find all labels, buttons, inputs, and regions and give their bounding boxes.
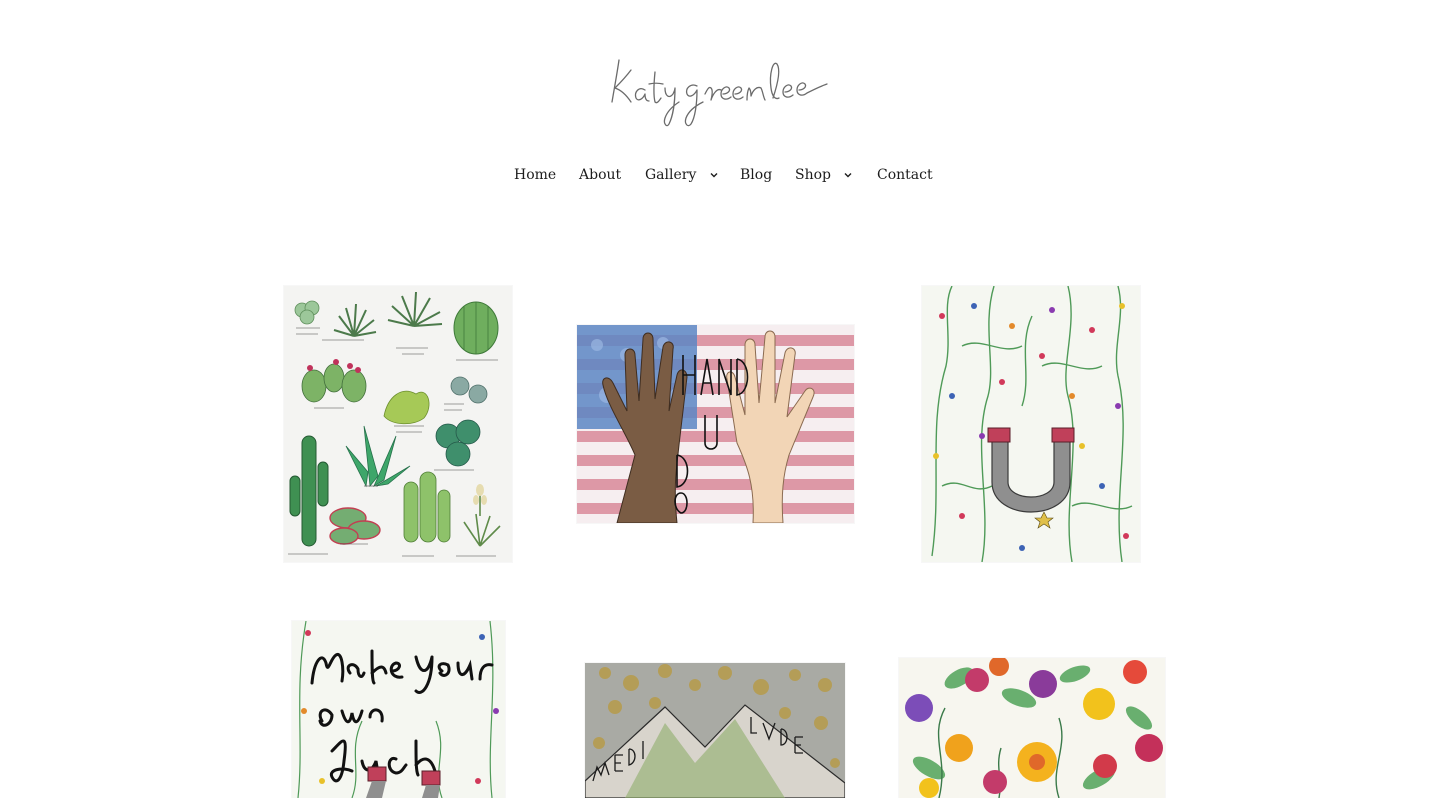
nav-about[interactable]: About	[579, 164, 621, 186]
make-your-own-luck-image	[292, 621, 505, 798]
main-navigation: Home About Gallery Blog Shop Contact	[0, 164, 1440, 188]
nav-gallery[interactable]: Gallery	[645, 164, 719, 186]
logo-signature-graphic	[611, 59, 828, 127]
gallery-item-watercolor-flowers[interactable]	[899, 658, 1165, 798]
nav-blog-label: Blog	[740, 167, 773, 183]
nav-about-label: About	[579, 167, 622, 183]
site-logo[interactable]	[605, 50, 835, 132]
hands-up-flag-image	[577, 325, 854, 523]
mountains-medicine-image	[585, 663, 845, 798]
nav-shop[interactable]: Shop	[795, 164, 853, 186]
nav-blog[interactable]: Blog	[740, 164, 772, 186]
nav-home-label: Home	[514, 167, 557, 183]
gallery-item-make-your-own-luck[interactable]	[292, 621, 505, 798]
chevron-down-icon	[843, 170, 853, 180]
chevron-down-icon	[709, 170, 719, 180]
watercolor-flowers-image	[899, 658, 1165, 798]
gallery-item-hands-up[interactable]	[577, 325, 854, 523]
succulent-illustration-image	[284, 286, 512, 562]
nav-home[interactable]: Home	[514, 164, 556, 186]
floral-horseshoe-image	[922, 286, 1140, 562]
nav-contact-label: Contact	[877, 167, 933, 183]
nav-contact[interactable]: Contact	[877, 164, 933, 186]
nav-gallery-label: Gallery	[645, 167, 697, 183]
gallery-item-succulents[interactable]	[284, 286, 512, 562]
nav-shop-label: Shop	[795, 167, 831, 183]
gallery-item-medicine-for-the-people[interactable]	[585, 663, 845, 798]
gallery-item-horseshoe[interactable]	[922, 286, 1140, 562]
